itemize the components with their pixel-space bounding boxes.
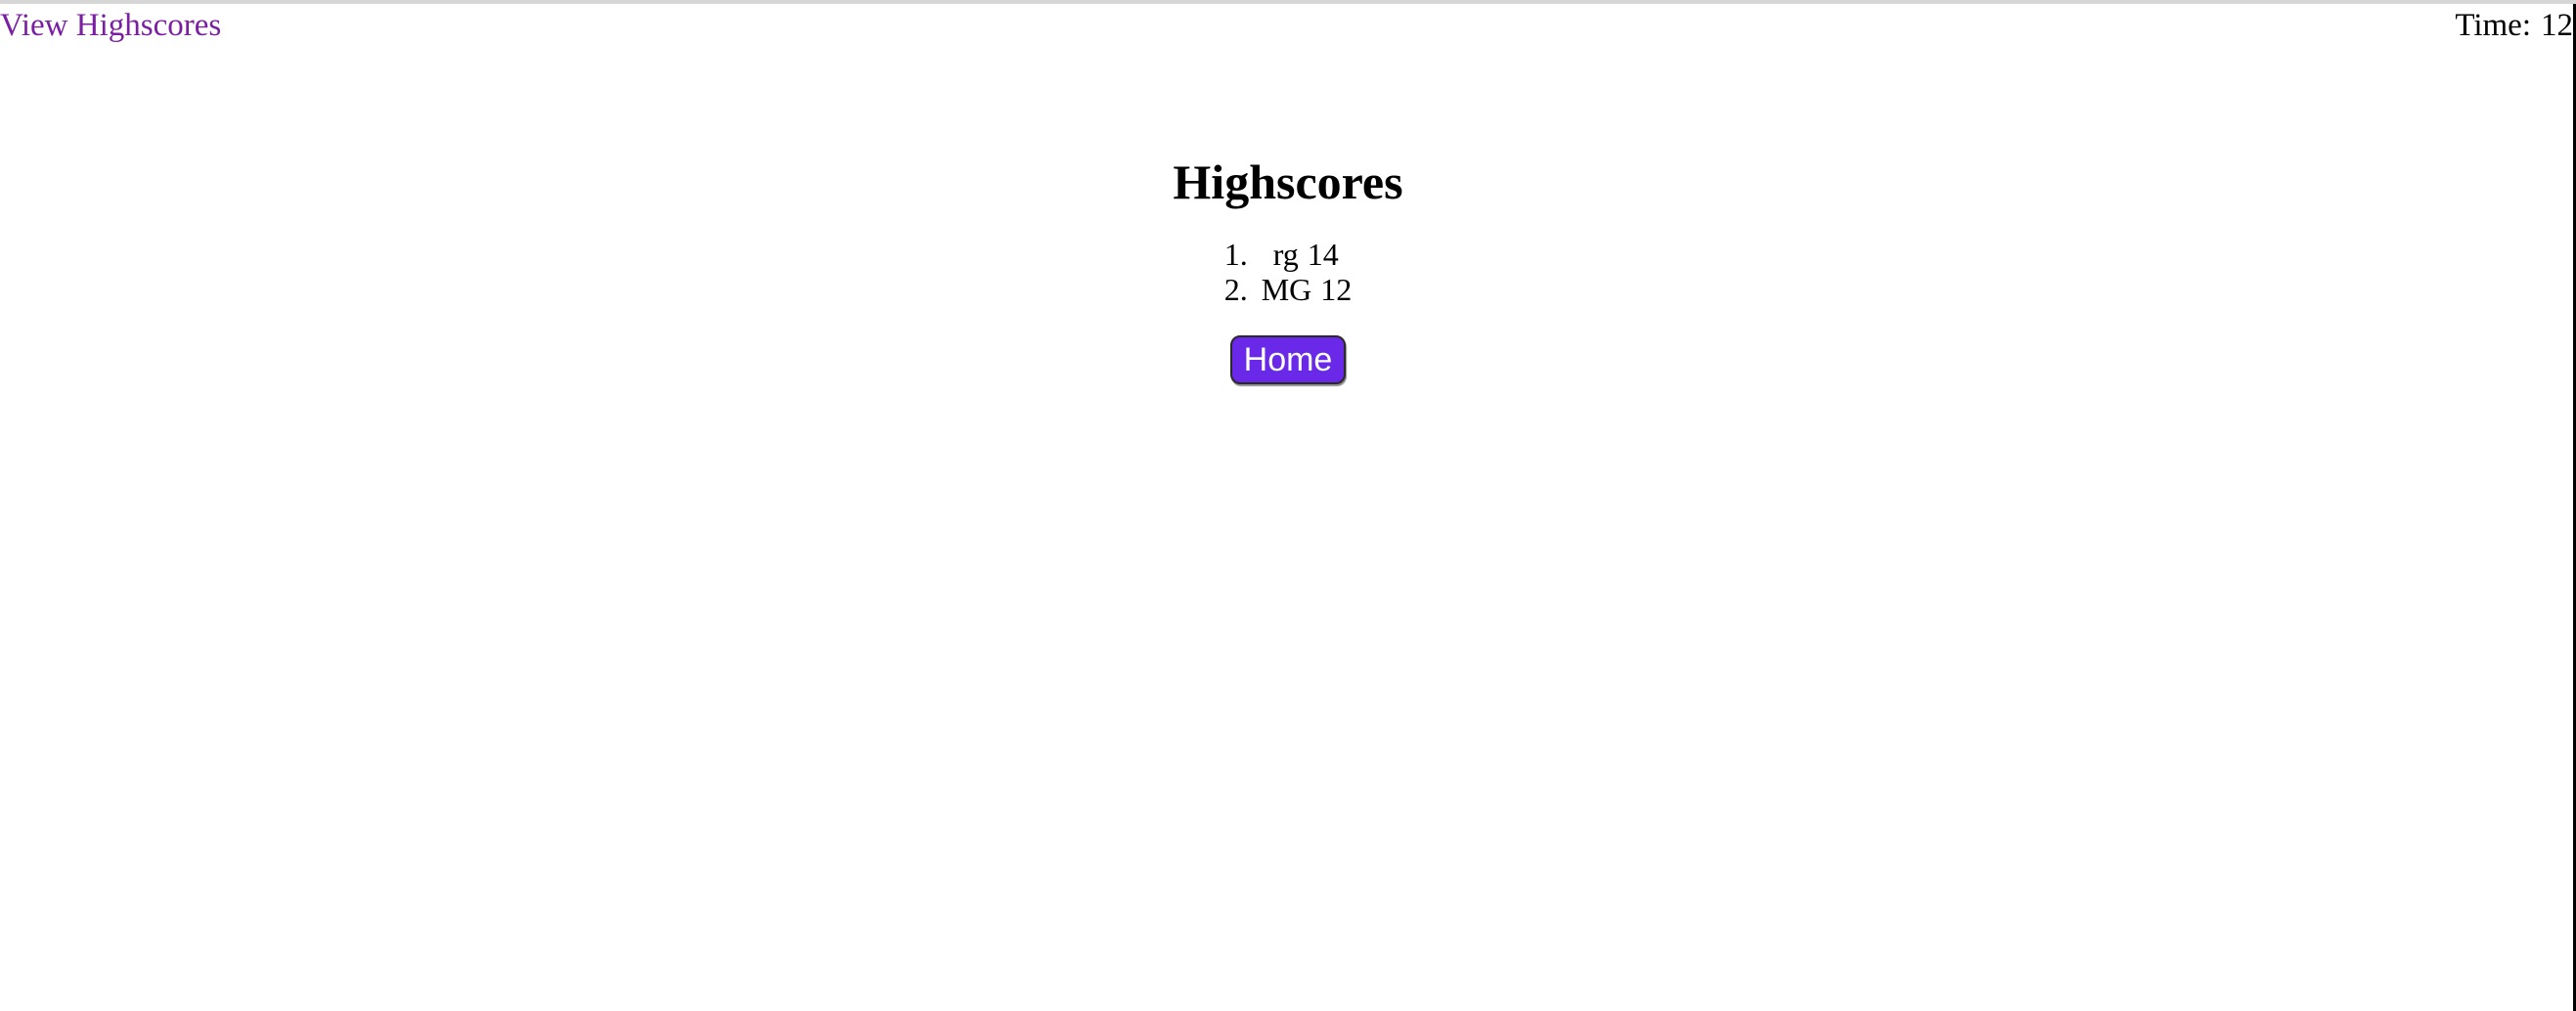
score-value: 12	[1320, 272, 1353, 307]
score-value: 14	[1307, 237, 1339, 272]
home-button[interactable]: Home	[1229, 335, 1347, 384]
timer-label: Time:	[2455, 8, 2531, 43]
highscores-panel: Highscores 1. rg 14 2. MG 12 Home	[0, 147, 2576, 384]
highscore-row: 2. MG 12	[1224, 272, 1353, 307]
timer: Time: 12	[2455, 4, 2573, 47]
view-highscores-link[interactable]: View Highscores	[0, 4, 221, 47]
top-border	[0, 0, 2576, 4]
score-initials: MG	[1261, 272, 1312, 307]
score-initials: rg	[1272, 237, 1299, 272]
highscore-row: 1. rg 14	[1224, 237, 1353, 272]
highscore-list: 1. rg 14 2. MG 12	[1224, 237, 1353, 307]
score-rank: 2.	[1223, 272, 1248, 307]
score-rank: 1.	[1223, 237, 1248, 272]
timer-value: 12	[2541, 8, 2573, 43]
button-row: Home	[0, 335, 2576, 384]
page-title: Highscores	[1173, 154, 1403, 209]
